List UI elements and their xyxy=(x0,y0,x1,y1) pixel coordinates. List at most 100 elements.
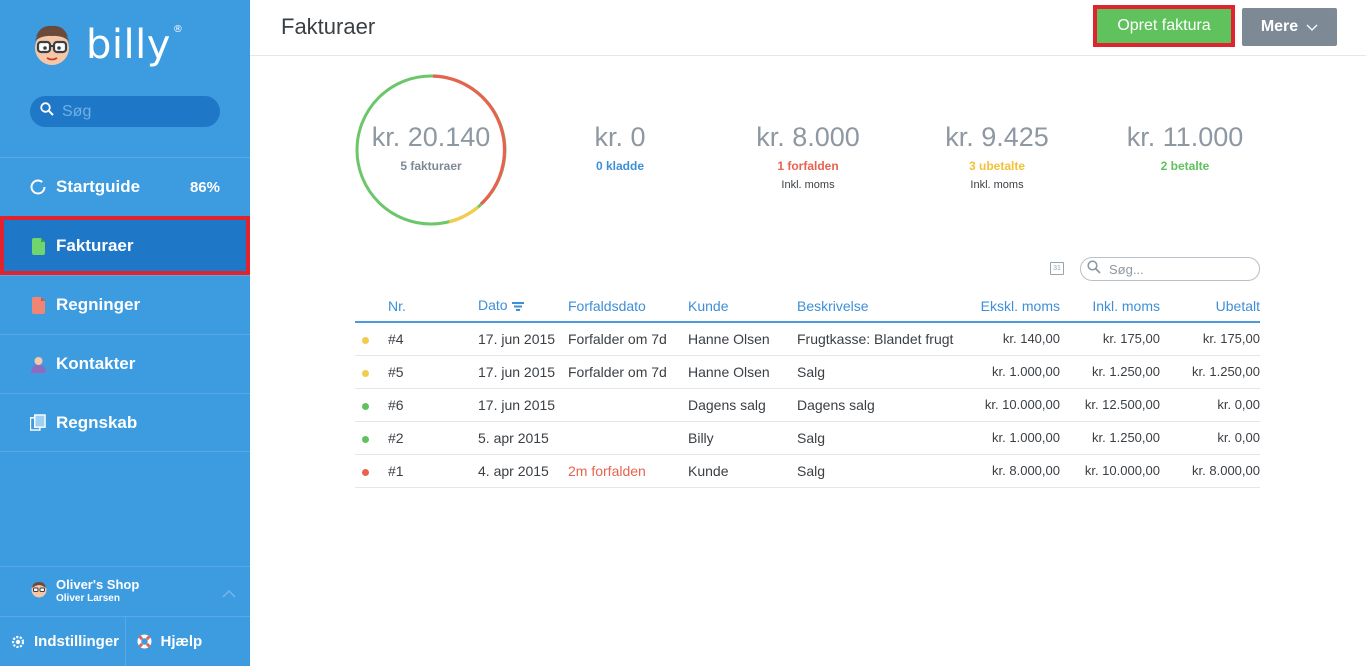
sort-filter-icon xyxy=(511,298,524,314)
sidebar-item-fakturaer[interactable]: Fakturaer xyxy=(0,216,250,275)
table-row[interactable]: #2 5. apr 2015 Billy Salg kr. 1.000,00 k… xyxy=(355,421,1260,455)
more-button[interactable]: Mere xyxy=(1242,8,1337,46)
settings-button[interactable]: Indstillinger xyxy=(0,617,125,666)
sidebar-nav: Startguide 86% Fakturaer Regninger Konta… xyxy=(0,157,250,452)
summary-total-amount: kr. 20.140 xyxy=(371,122,491,152)
nr-cell: #6 xyxy=(388,388,478,422)
help-button[interactable]: Hjælp xyxy=(124,617,251,666)
date-cell: 17. jun 2015 xyxy=(478,388,568,422)
nr-cell: #5 xyxy=(388,355,478,389)
user-name: Oliver Larsen xyxy=(56,593,120,605)
sidebar-footer: Indstillinger Hjælp xyxy=(0,616,250,666)
summary-draft-amount: kr. 0 xyxy=(594,122,646,152)
summary-total[interactable]: kr. 20.140 5 fakturaer xyxy=(355,122,507,173)
date-cell: 17. jun 2015 xyxy=(478,322,568,356)
table-row[interactable]: #6 17. jun 2015 Dagens salg Dagens salg … xyxy=(355,388,1260,422)
description-cell: Salg xyxy=(797,454,960,488)
page-title: Fakturaer xyxy=(281,14,376,39)
summary-overdue-amount: kr. 8.000 xyxy=(756,122,860,152)
date-cell: 17. jun 2015 xyxy=(478,355,568,389)
column-header-nr[interactable]: Nr. xyxy=(388,290,478,323)
column-header-unpaid[interactable]: Ubetalt xyxy=(1160,290,1260,323)
search-icon xyxy=(1087,259,1101,279)
gear-icon xyxy=(10,634,26,650)
status-cell xyxy=(355,355,388,389)
summary-paid[interactable]: kr. 11.000 2 betalte xyxy=(1100,122,1270,173)
sidebar-item-regninger[interactable]: Regninger xyxy=(0,275,250,334)
summary-total-label: 5 fakturaer xyxy=(400,159,462,173)
account-names: Oliver's Shop Oliver Larsen xyxy=(56,577,139,605)
nr-cell: #1 xyxy=(388,454,478,488)
summary-unpaid-amount: kr. 9.425 xyxy=(945,122,1049,152)
chevron-up-icon[interactable] xyxy=(222,587,236,601)
column-header-description[interactable]: Beskrivelse xyxy=(797,290,960,323)
calendar-icon[interactable]: 31 xyxy=(1050,262,1064,275)
invoice-document-icon xyxy=(30,237,46,255)
sidebar-search-input[interactable] xyxy=(62,102,212,121)
summary-paid-label: 2 betalte xyxy=(1160,159,1210,173)
create-invoice-button[interactable]: Opret faktura xyxy=(1093,5,1235,47)
billy-logo[interactable]: billy ® xyxy=(30,20,183,70)
sidebar-item-label: Kontakter xyxy=(56,354,136,373)
more-label: Mere xyxy=(1260,18,1299,35)
description-cell: Salg xyxy=(797,355,960,389)
status-cell xyxy=(355,421,388,455)
incl-vat-cell: kr. 1.250,00 xyxy=(1060,355,1160,389)
column-header-incl-vat[interactable]: Inkl. moms xyxy=(1060,290,1160,323)
date-cell: 4. apr 2015 xyxy=(478,454,568,488)
summary-overdue[interactable]: kr. 8.000 1 forfalden Inkl. moms xyxy=(728,122,888,191)
mascot-face-icon xyxy=(30,23,74,67)
settings-label: Indstillinger xyxy=(34,633,120,650)
date-header-label: Dato xyxy=(478,296,508,313)
table-search[interactable] xyxy=(1080,257,1260,281)
summary-unpaid[interactable]: kr. 9.425 3 ubetalte Inkl. moms xyxy=(917,122,1077,191)
column-header-customer[interactable]: Kunde xyxy=(688,290,797,323)
excl-vat-cell: kr. 140,00 xyxy=(960,322,1060,356)
sidebar-item-regnskab[interactable]: Regnskab xyxy=(0,393,250,452)
invoice-table: Nr. Dato Forfaldsdato Kunde Beskrivelse … xyxy=(355,290,1260,488)
customer-cell: Kunde xyxy=(688,454,797,488)
lifebuoy-icon xyxy=(136,633,153,650)
table-row[interactable]: #5 17. jun 2015 Forfalder om 7d Hanne Ol… xyxy=(355,355,1260,389)
excl-vat-cell: kr. 10.000,00 xyxy=(960,388,1060,422)
status-dot-yellow xyxy=(362,336,369,344)
table-row[interactable]: #1 4. apr 2015 2m forfalden Kunde Salg k… xyxy=(355,454,1260,488)
sidebar-item-kontakter[interactable]: Kontakter xyxy=(0,334,250,393)
nr-cell: #2 xyxy=(388,421,478,455)
due-cell xyxy=(568,388,688,422)
chevron-down-icon xyxy=(1306,20,1318,34)
status-dot-yellow xyxy=(362,369,369,377)
summary-overdue-label: 1 forfalden xyxy=(777,159,839,173)
status-cell xyxy=(355,454,388,488)
summary-draft[interactable]: kr. 0 0 kladde xyxy=(540,122,700,173)
bill-document-icon xyxy=(30,296,46,314)
status-cell xyxy=(355,322,388,356)
excl-vat-cell: kr. 8.000,00 xyxy=(960,454,1060,488)
incl-vat-cell: kr. 175,00 xyxy=(1060,322,1160,356)
sidebar: billy® Startguide 86% Fakturaer Regninge… xyxy=(0,0,250,666)
excl-vat-cell: kr. 1.000,00 xyxy=(960,355,1060,389)
status-column-header xyxy=(355,290,388,323)
column-header-date[interactable]: Dato xyxy=(478,290,568,323)
customer-cell: Hanne Olsen xyxy=(688,355,797,389)
table-row[interactable]: #4 17. jun 2015 Forfalder om 7d Hanne Ol… xyxy=(355,322,1260,356)
table-search-input[interactable] xyxy=(1109,261,1249,277)
summary-paid-amount: kr. 11.000 xyxy=(1126,122,1244,152)
account-switcher[interactable]: Oliver's Shop Oliver Larsen xyxy=(0,566,250,616)
unpaid-cell: kr. 1.250,00 xyxy=(1160,355,1260,389)
customer-cell: Dagens salg xyxy=(688,388,797,422)
unpaid-cell: kr. 175,00 xyxy=(1160,322,1260,356)
due-cell: 2m forfalden xyxy=(568,454,688,488)
status-dot-red xyxy=(362,468,369,476)
column-header-due-date[interactable]: Forfaldsdato xyxy=(568,290,688,323)
description-text: Salg xyxy=(797,363,826,380)
unpaid-cell: kr. 0,00 xyxy=(1160,421,1260,455)
sidebar-search[interactable] xyxy=(30,96,220,127)
summary-unpaid-label: 3 ubetalte xyxy=(968,159,1025,173)
column-header-excl-vat[interactable]: Ekskl. moms xyxy=(960,290,1060,323)
sidebar-item-startguide[interactable]: Startguide 86% xyxy=(0,157,250,216)
status-dot-green xyxy=(362,435,369,443)
progress-ring-icon xyxy=(30,178,46,196)
brand-name: billy ® xyxy=(86,22,184,68)
unpaid-cell: kr. 8.000,00 xyxy=(1160,454,1260,488)
